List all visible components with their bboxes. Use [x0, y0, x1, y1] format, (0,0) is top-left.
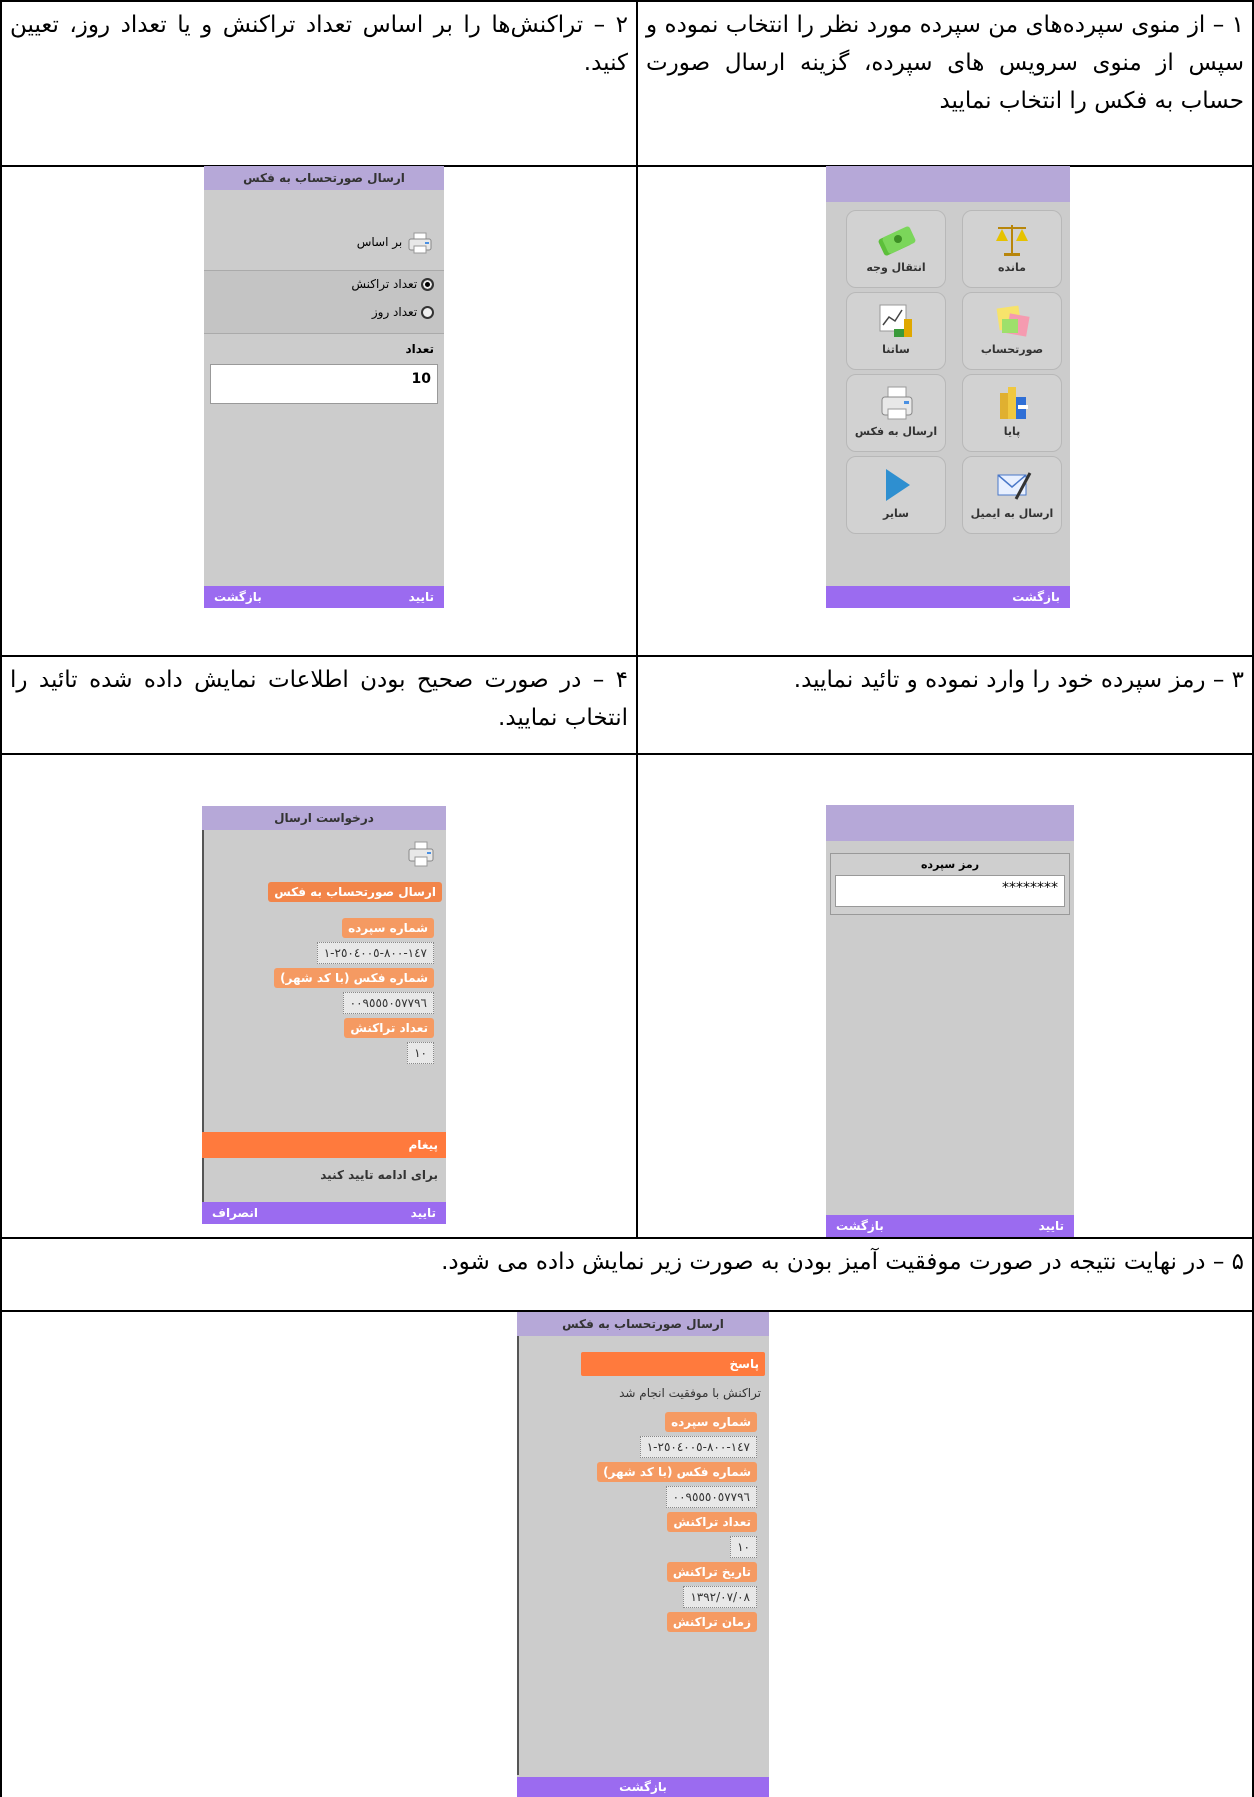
- screen-title: ارسال صورتحساب به فکس: [517, 1312, 769, 1336]
- table-divider: [0, 753, 1254, 755]
- tile-label: ارسال به ایمیل: [970, 507, 1054, 520]
- option-label: تعداد روز: [371, 305, 418, 319]
- fax-icon: [874, 383, 918, 423]
- account-value: ١٤٧-٨٠٠-٢٥٠٤٠٠٥-١: [316, 942, 434, 964]
- password-screen: رمز سپرده ******** تایید بازگشت: [826, 805, 1074, 1237]
- count-input[interactable]: 10: [210, 364, 438, 404]
- confirm-screen: درخواست ارسال ارسال صورتحساب به فکس شمار…: [202, 806, 446, 1224]
- screen-title: درخواست ارسال: [202, 806, 446, 830]
- date-value: ١٣٩٢/٠٧/٠٨: [683, 1586, 757, 1608]
- radio-selected-icon[interactable]: [421, 278, 434, 291]
- time-label: زمان تراکنش: [666, 1612, 757, 1632]
- radio-icon[interactable]: [421, 306, 434, 319]
- coins-icon: [990, 383, 1034, 423]
- play-icon: [874, 465, 918, 505]
- step-1-text: ١ – از منوی سپرده‌های من سپرده مورد نظر …: [646, 12, 1244, 114]
- result-footer: بازگشت: [517, 1777, 769, 1797]
- password-header: [826, 805, 1074, 841]
- message-text: برای ادامه تایید کنید: [320, 1168, 438, 1182]
- count-value: ١٠: [730, 1536, 757, 1558]
- fax-icon: [406, 840, 436, 870]
- tile-label: ساتنا: [882, 343, 910, 356]
- tile-send-fax[interactable]: ارسال به فکس: [846, 374, 946, 452]
- fax-label: شماره فکس (با کد شهر): [597, 1462, 757, 1482]
- tile-label: صورتحساب: [980, 343, 1044, 356]
- count-label: تعداد تراکنش: [667, 1512, 757, 1532]
- scale-icon: [990, 219, 1034, 259]
- table-column-divider: [636, 0, 638, 1237]
- step-4-text: ۴ – در صورت صحیح بودن اطلاعات نمایش داده…: [10, 667, 628, 731]
- confirm-footer: تایید انصراف: [202, 1202, 446, 1224]
- option-transactions[interactable]: تعداد تراکنش: [351, 277, 434, 291]
- tile-statement[interactable]: صورتحساب: [962, 292, 1062, 370]
- chart-icon: [874, 301, 918, 341]
- menu-header: [826, 166, 1070, 202]
- tile-satna[interactable]: ساتنا: [846, 292, 946, 370]
- scrollbar[interactable]: [517, 1336, 519, 1775]
- email-icon: [990, 465, 1034, 505]
- fax-label: شماره فکس (با کد شهر): [274, 968, 434, 988]
- money-icon: [874, 219, 918, 259]
- tile-other[interactable]: سایر: [846, 456, 946, 534]
- table-border-left: [0, 0, 2, 1797]
- back-button[interactable]: بازگشت: [836, 1215, 884, 1237]
- notes-icon: [990, 301, 1034, 341]
- count-label: تعداد تراکنش: [344, 1018, 434, 1038]
- step-2-text: ٢ – تراکنش‌ها را بر اساس تعداد تراکنش و …: [10, 12, 628, 76]
- fax-value: ٠٠٩٥٥٥٠٥٧٧٩٦: [342, 992, 434, 1014]
- message-header: پیغام: [202, 1132, 446, 1158]
- confirm-details: شماره سپرده ١٤٧-٨٠٠-٢٥٠٤٠٠٥-١ شماره فکس …: [208, 914, 440, 1068]
- fax-form-screen: ارسال صورتحساب به فکس بر اساس تعداد تراک…: [204, 166, 444, 608]
- back-button[interactable]: بازگشت: [619, 1780, 667, 1794]
- form-footer: تایید بازگشت: [204, 586, 444, 608]
- step-5-text: ۵ – در نهایت نتیجه در صورت موفقیت آمیز ب…: [441, 1249, 1244, 1275]
- back-button[interactable]: بازگشت: [214, 586, 262, 608]
- password-input[interactable]: ********: [835, 875, 1065, 907]
- account-value: ١٤٧-٨٠٠-٢٥٠٤٠٠٥-١: [639, 1436, 757, 1458]
- result-details: شماره سپرده ١٤٧-٨٠٠-٢٥٠٤٠٠٥-١ شماره فکس …: [523, 1408, 763, 1636]
- tile-paya[interactable]: پایا: [962, 374, 1062, 452]
- basis-options: تعداد تراکنش تعداد روز: [204, 270, 444, 334]
- password-footer: تایید بازگشت: [826, 1215, 1074, 1237]
- basis-label: بر اساس: [356, 235, 403, 249]
- menu-footer: بازگشت: [826, 586, 1070, 608]
- response-header: پاسخ: [581, 1352, 765, 1376]
- back-button[interactable]: بازگشت: [1012, 586, 1060, 608]
- account-label: شماره سپرده: [665, 1412, 757, 1432]
- tile-label: مانده: [998, 261, 1026, 274]
- heading-tag: ارسال صورتحساب به فکس: [268, 882, 442, 902]
- password-label: رمز سپرده: [920, 858, 980, 871]
- count-label: تعداد: [405, 342, 434, 356]
- result-screen: ارسال صورتحساب به فکس پاسخ تراکنش با موف…: [517, 1312, 769, 1797]
- menu-screen: مانده انتقال وجه صورتحساب ساتنا پایا ارس…: [826, 166, 1070, 608]
- tile-label: ارسال به فکس: [854, 425, 938, 438]
- instruction-table: ١ – از منوی سپرده‌های من سپرده مورد نظر …: [0, 0, 1254, 1797]
- screen-title: ارسال صورتحساب به فکس: [204, 166, 444, 190]
- tile-label: انتقال وجه: [866, 261, 926, 274]
- count-value: ١٠: [407, 1042, 434, 1064]
- account-label: شماره سپرده: [342, 918, 434, 938]
- fax-icon: [406, 232, 434, 254]
- confirm-button[interactable]: تایید: [1039, 1215, 1064, 1237]
- tile-label: سایر: [883, 507, 909, 520]
- tile-send-email[interactable]: ارسال به ایمیل: [962, 456, 1062, 534]
- basis-row: بر اساس: [357, 230, 434, 254]
- step-3-text: ٣ – رمز سپرده خود را وارد نموده و تائید …: [793, 667, 1244, 693]
- option-days[interactable]: تعداد روز: [372, 305, 434, 319]
- cancel-button[interactable]: انصراف: [212, 1202, 258, 1224]
- response-text: تراکنش با موفقیت انجام شد: [619, 1386, 761, 1400]
- tile-label: پایا: [1003, 425, 1021, 438]
- fax-value: ٠٠٩٥٥٥٠٥٧٧٩٦: [665, 1486, 757, 1508]
- tile-balance[interactable]: مانده: [962, 210, 1062, 288]
- confirm-button[interactable]: تایید: [411, 1202, 436, 1224]
- password-panel: رمز سپرده ********: [830, 853, 1070, 915]
- tile-transfer[interactable]: انتقال وجه: [846, 210, 946, 288]
- option-label: تعداد تراکنش: [351, 277, 418, 291]
- confirm-button[interactable]: تایید: [409, 586, 434, 608]
- date-label: تاریخ تراکنش: [666, 1562, 757, 1582]
